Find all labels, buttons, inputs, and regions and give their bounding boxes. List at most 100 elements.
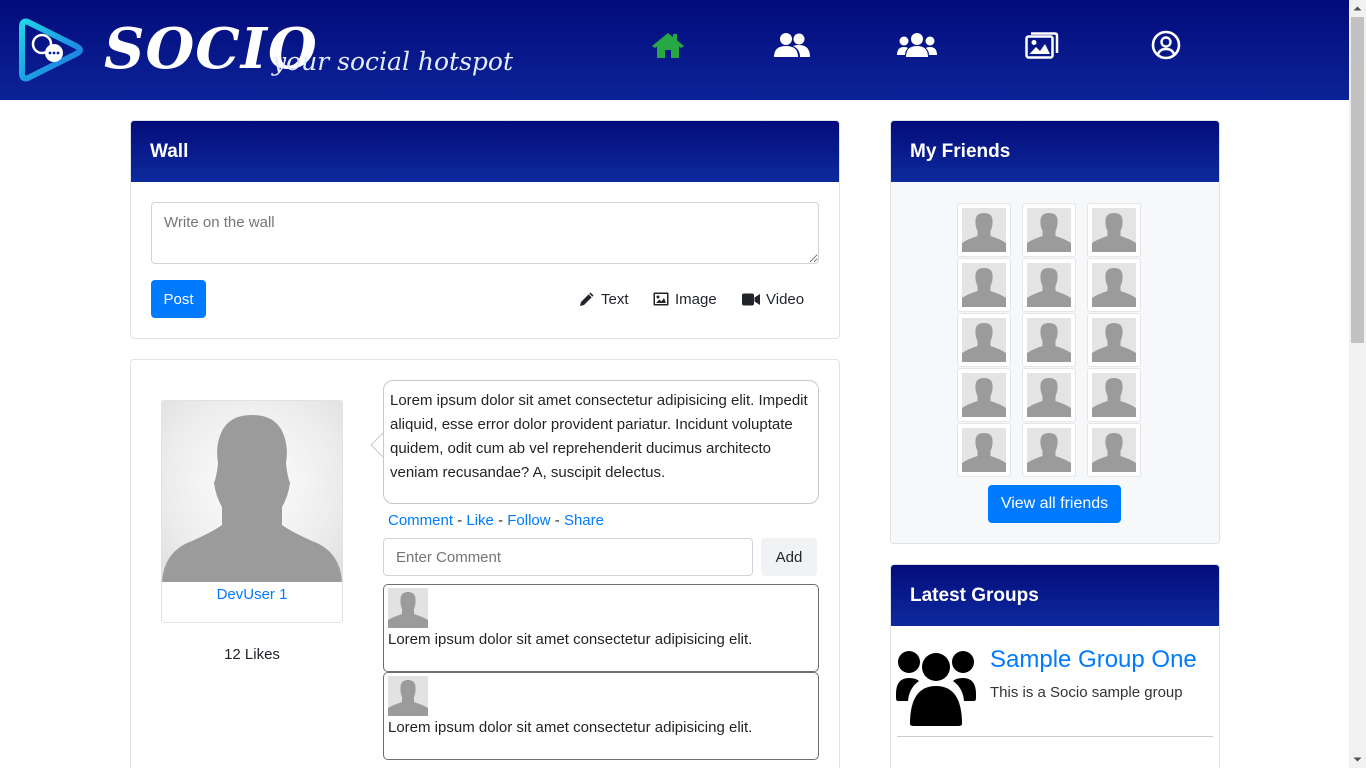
- friend-avatar: [1092, 263, 1136, 307]
- add-comment-button[interactable]: Add: [761, 538, 817, 576]
- friend-thumbnail[interactable]: [1022, 423, 1076, 477]
- profile-icon: [1151, 30, 1181, 60]
- friend-thumbnail[interactable]: [1087, 313, 1141, 367]
- friend-thumbnail[interactable]: [1087, 258, 1141, 312]
- group-divider: [897, 736, 1213, 737]
- nav-photos[interactable]: [1022, 28, 1062, 62]
- nav-groups[interactable]: [897, 28, 937, 62]
- view-all-friends-button[interactable]: View all friends: [988, 485, 1121, 523]
- wall-card: Wall Post Text Image Video: [130, 120, 840, 339]
- share-link[interactable]: Share: [564, 512, 604, 529]
- friends-grid: View all friends: [891, 182, 1219, 543]
- user-silhouette-icon: [1027, 378, 1071, 417]
- post-type-image[interactable]: Image: [653, 287, 717, 311]
- friend-avatar: [1092, 373, 1136, 417]
- nav-home[interactable]: [648, 28, 688, 62]
- friend-thumbnail[interactable]: [1087, 423, 1141, 477]
- user-silhouette-icon: [1027, 213, 1071, 252]
- scrollbar-thumb[interactable]: [1351, 17, 1364, 343]
- like-link[interactable]: Like: [466, 512, 494, 529]
- post-button[interactable]: Post: [151, 280, 206, 318]
- group-description: This is a Socio sample group: [990, 684, 1183, 701]
- groups-title: Latest Groups: [891, 565, 1219, 626]
- friend-avatar: [1027, 263, 1071, 307]
- socio-logo-icon[interactable]: [18, 16, 86, 84]
- post-author-avatar[interactable]: [162, 401, 342, 582]
- user-silhouette-icon: [1027, 433, 1071, 472]
- friends-title: My Friends: [891, 121, 1219, 182]
- user-silhouette-icon: [962, 213, 1006, 252]
- comment-text: Lorem ipsum dolor sit amet consectetur a…: [388, 719, 753, 736]
- friend-avatar: [1027, 373, 1071, 417]
- user-silhouette-icon: [962, 378, 1006, 417]
- comment-input[interactable]: [383, 538, 753, 576]
- speech-bubble-arrow: [370, 432, 384, 458]
- user-silhouette-icon: [962, 268, 1006, 307]
- follow-link[interactable]: Follow: [507, 512, 550, 529]
- friend-avatar: [1027, 428, 1071, 472]
- post-type-image-label: Image: [675, 290, 717, 308]
- post-author-card[interactable]: DevUser 1: [161, 400, 343, 623]
- nav-profile[interactable]: [1146, 28, 1186, 62]
- comment-text: Lorem ipsum dolor sit amet consectetur a…: [388, 631, 753, 648]
- group-name-link[interactable]: Sample Group One: [990, 646, 1197, 674]
- friend-avatar: [1027, 318, 1071, 362]
- comment-avatar[interactable]: [388, 588, 428, 628]
- friend-avatar: [962, 263, 1006, 307]
- action-separator: -: [457, 512, 463, 529]
- friend-avatar: [1027, 208, 1071, 252]
- friend-thumbnail[interactable]: [957, 313, 1011, 367]
- friend-thumbnail[interactable]: [1022, 313, 1076, 367]
- comment-avatar[interactable]: [388, 676, 428, 716]
- friend-thumbnail[interactable]: [1087, 203, 1141, 257]
- user-silhouette-icon: [962, 433, 1006, 472]
- photos-icon: [1025, 32, 1059, 59]
- user-silhouette-icon: [1027, 323, 1071, 362]
- pencil-icon: [580, 292, 594, 306]
- brand-tagline: your social hotspot: [272, 47, 514, 76]
- post-text: Lorem ipsum dolor sit amet consectetur a…: [390, 392, 808, 481]
- user-silhouette-icon: [1092, 323, 1136, 362]
- friend-thumbnail[interactable]: [1022, 203, 1076, 257]
- groups-icon: [897, 33, 937, 57]
- user-silhouette-icon: [1092, 378, 1136, 417]
- user-silhouette-icon: [1092, 268, 1136, 307]
- wall-textarea[interactable]: [151, 202, 819, 264]
- groups-card: Latest Groups Sample Group One This is a…: [890, 564, 1220, 768]
- post-card: DevUser 1 12 Likes Lorem ipsum dolor sit…: [130, 359, 840, 768]
- friend-avatar: [962, 318, 1006, 362]
- friend-avatar: [1092, 318, 1136, 362]
- friend-thumbnail[interactable]: [957, 368, 1011, 422]
- top-navbar: SOCIO your social hotspot: [0, 0, 1349, 100]
- post-type-text[interactable]: Text: [579, 287, 629, 311]
- group-item: Sample Group One This is a Socio sample …: [891, 626, 1219, 736]
- post-author-name[interactable]: DevUser 1: [162, 586, 342, 603]
- friend-avatar: [962, 373, 1006, 417]
- comment-item: Lorem ipsum dolor sit amet consectetur a…: [383, 672, 819, 760]
- friend-avatar: [962, 208, 1006, 252]
- friend-thumbnail[interactable]: [957, 258, 1011, 312]
- post-text-bubble: Lorem ipsum dolor sit amet consectetur a…: [383, 380, 819, 504]
- friend-thumbnail[interactable]: [1022, 258, 1076, 312]
- scroll-up-arrow-icon[interactable]: [1349, 0, 1366, 17]
- user-silhouette-icon: [1092, 213, 1136, 252]
- image-icon: [653, 292, 669, 306]
- friend-thumbnail[interactable]: [1087, 368, 1141, 422]
- friend-avatar: [1092, 428, 1136, 472]
- user-silhouette-icon: [1027, 268, 1071, 307]
- friend-thumbnail[interactable]: [1022, 368, 1076, 422]
- wall-title: Wall: [131, 121, 839, 182]
- user-silhouette-icon: [962, 323, 1006, 362]
- friends-card: My Friends View all friends: [890, 120, 1220, 544]
- group-users-icon[interactable]: [896, 646, 976, 726]
- friend-thumbnail[interactable]: [957, 203, 1011, 257]
- nav-friends[interactable]: [772, 28, 812, 62]
- post-likes-count: 12 Likes: [224, 646, 280, 663]
- post-type-video[interactable]: Video: [742, 287, 804, 311]
- scroll-down-arrow-icon[interactable]: [1349, 751, 1366, 768]
- comment-item: Lorem ipsum dolor sit amet consectetur a…: [383, 584, 819, 672]
- post-type-video-label: Video: [766, 290, 805, 308]
- action-separator: -: [554, 512, 560, 529]
- comment-link[interactable]: Comment: [388, 512, 453, 529]
- friend-thumbnail[interactable]: [957, 423, 1011, 477]
